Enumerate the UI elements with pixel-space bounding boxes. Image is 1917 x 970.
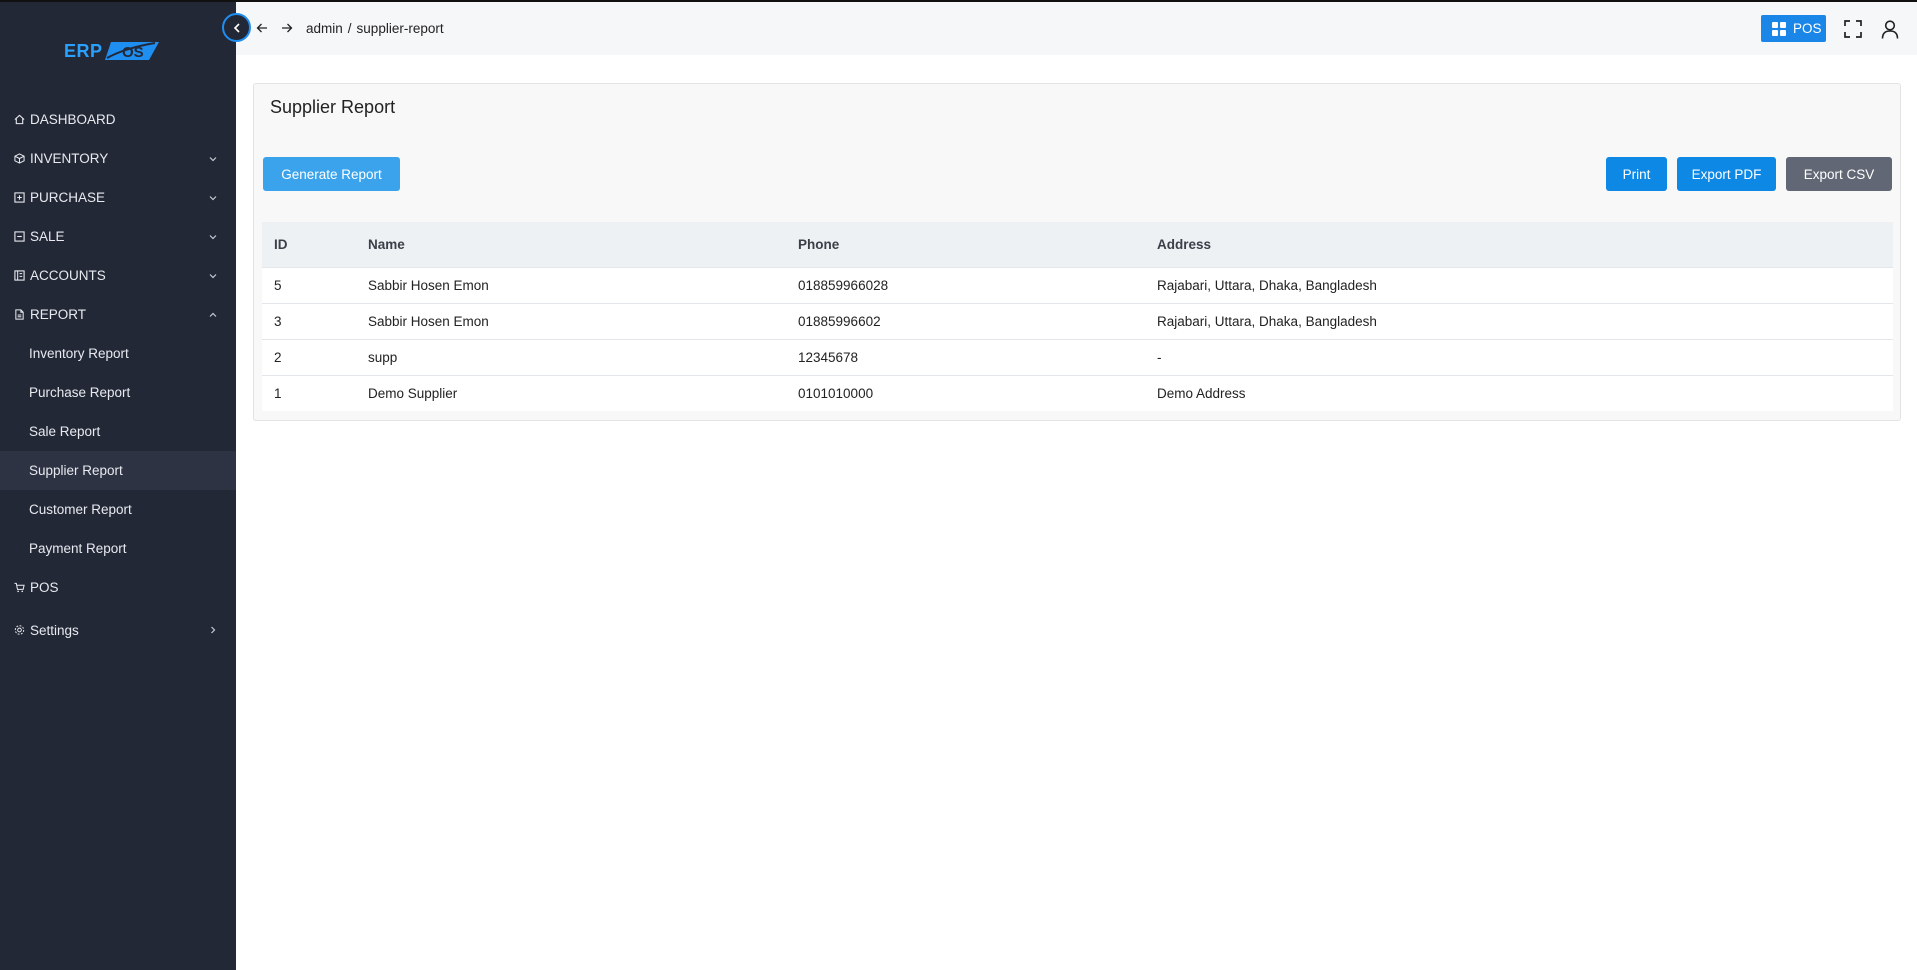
sidebar-item-label: Settings: [30, 622, 79, 638]
plus-square-icon: [14, 192, 25, 203]
logo-os-mark: OS: [104, 42, 159, 61]
sidebar-subitem-supplier-report[interactable]: Supplier Report: [0, 451, 236, 490]
cell-phone: 018859966028: [798, 277, 889, 293]
chevron-down-icon: [209, 273, 217, 278]
chevron-down-icon: [209, 156, 217, 161]
sidebar-subitem-label: Supplier Report: [29, 463, 123, 478]
sidebar-subitem-customer-report[interactable]: Customer Report: [0, 490, 236, 529]
back-arrow-icon[interactable]: [254, 20, 270, 36]
grid-icon: [1772, 21, 1786, 36]
ledger-icon: [14, 270, 25, 281]
table-row: 3 Sabbir Hosen Emon 01885996602 Rajabari…: [262, 303, 1893, 339]
sidebar-item-sale[interactable]: SALE: [0, 217, 236, 256]
sidebar: ERP OS DASHBOARD INVENTORY PURCHASE SALE…: [0, 2, 236, 970]
cell-phone: 01885996602: [798, 313, 881, 329]
box-icon: [14, 153, 25, 164]
minus-square-icon: [14, 231, 25, 242]
cell-id: 2: [274, 349, 282, 365]
fullscreen-icon[interactable]: [1843, 19, 1863, 39]
cell-name: supp: [368, 349, 398, 365]
sidebar-subitem-sale-report[interactable]: Sale Report: [0, 412, 236, 451]
sidebar-item-label: SALE: [30, 229, 65, 244]
cell-address: Rajabari, Uttara, Dhaka, Bangladesh: [1157, 313, 1377, 329]
column-header-name: Name: [368, 236, 405, 252]
breadcrumb-admin[interactable]: admin: [306, 21, 343, 36]
page-title: Supplier Report: [270, 97, 396, 117]
top-bar: admin / supplier-report POS: [236, 2, 1917, 55]
chevron-down-icon: [209, 195, 217, 200]
generate-report-button[interactable]: Generate Report: [263, 157, 400, 191]
chevron-down-icon: [209, 234, 217, 239]
forward-arrow-icon[interactable]: [279, 20, 295, 36]
chevron-up-icon: [209, 312, 217, 317]
cell-id: 3: [274, 313, 282, 329]
sidebar-item-purchase[interactable]: PURCHASE: [0, 178, 236, 217]
user-icon[interactable]: [1880, 19, 1900, 39]
cell-id: 1: [274, 385, 282, 401]
cell-phone: 0101010000: [798, 385, 874, 401]
sidebar-subitem-label: Purchase Report: [29, 385, 131, 400]
sidebar-item-label: INVENTORY: [30, 151, 109, 166]
sidebar-subitem-label: Payment Report: [29, 541, 127, 556]
sidebar-item-accounts[interactable]: ACCOUNTS: [0, 256, 236, 295]
cell-address: Demo Address: [1157, 385, 1246, 401]
sidebar-nav: DASHBOARD INVENTORY PURCHASE SALE ACCOUN…: [0, 100, 236, 653]
supplier-table: ID Name Phone Address 5 Sabbir Hosen Emo…: [262, 222, 1893, 411]
table-row: 5 Sabbir Hosen Emon 018859966028 Rajabar…: [262, 267, 1893, 303]
sidebar-subitem-label: Inventory Report: [29, 346, 129, 361]
cell-name: Demo Supplier: [368, 385, 458, 401]
table-row: 2 supp 12345678 -: [262, 339, 1893, 375]
sidebar-item-inventory[interactable]: INVENTORY: [0, 139, 236, 178]
logo-os-text: OS: [122, 44, 144, 61]
sidebar-subitem-purchase-report[interactable]: Purchase Report: [0, 373, 236, 412]
breadcrumb-current: supplier-report: [356, 21, 444, 36]
sidebar-collapse-button[interactable]: [222, 13, 251, 42]
logo-erp-text: ERP: [64, 40, 103, 61]
cell-address: Rajabari, Uttara, Dhaka, Bangladesh: [1157, 277, 1377, 293]
sidebar-item-label: POS: [30, 580, 59, 595]
cell-address: -: [1157, 349, 1162, 365]
chevron-right-icon: [211, 626, 216, 634]
sidebar-subitem-label: Sale Report: [29, 424, 101, 439]
table-row: 1 Demo Supplier 0101010000 Demo Address: [262, 375, 1893, 411]
chevron-left-icon: [233, 22, 240, 33]
pos-button[interactable]: POS: [1761, 15, 1826, 42]
export-csv-button[interactable]: Export CSV: [1786, 157, 1892, 191]
column-header-address: Address: [1157, 236, 1212, 252]
sidebar-item-label: ACCOUNTS: [30, 268, 106, 283]
app-logo[interactable]: ERP OS: [64, 38, 159, 64]
pos-button-label: POS: [1793, 21, 1822, 36]
column-header-id: ID: [274, 236, 288, 252]
cell-name: Sabbir Hosen Emon: [368, 277, 489, 293]
sidebar-subitem-payment-report[interactable]: Payment Report: [0, 529, 236, 568]
cell-id: 5: [274, 277, 282, 293]
export-pdf-button[interactable]: Export PDF: [1677, 157, 1776, 191]
sidebar-subitem-label: Customer Report: [29, 502, 132, 517]
supplier-report-card: Supplier Report Generate Report Print Ex…: [253, 83, 1901, 421]
sidebar-item-label: REPORT: [30, 307, 87, 322]
document-icon: [14, 309, 25, 320]
sidebar-item-label: PURCHASE: [30, 190, 106, 205]
breadcrumb: admin / supplier-report: [306, 21, 444, 36]
table-header-row: ID Name Phone Address: [262, 222, 1893, 267]
cell-phone: 12345678: [798, 349, 859, 365]
column-header-phone: Phone: [798, 236, 840, 252]
sidebar-item-pos[interactable]: POS: [0, 568, 236, 607]
cell-name: Sabbir Hosen Emon: [368, 313, 489, 329]
sidebar-item-settings[interactable]: Settings: [0, 607, 236, 653]
cart-icon: [14, 582, 25, 593]
sidebar-item-report[interactable]: REPORT: [0, 295, 236, 334]
home-icon: [14, 114, 25, 125]
sidebar-item-dashboard[interactable]: DASHBOARD: [0, 100, 236, 139]
print-button[interactable]: Print: [1606, 157, 1667, 191]
sidebar-subitem-inventory-report[interactable]: Inventory Report: [0, 334, 236, 373]
gear-icon: [14, 625, 25, 636]
breadcrumb-separator: /: [347, 21, 352, 36]
sidebar-item-label: DASHBOARD: [30, 112, 116, 127]
